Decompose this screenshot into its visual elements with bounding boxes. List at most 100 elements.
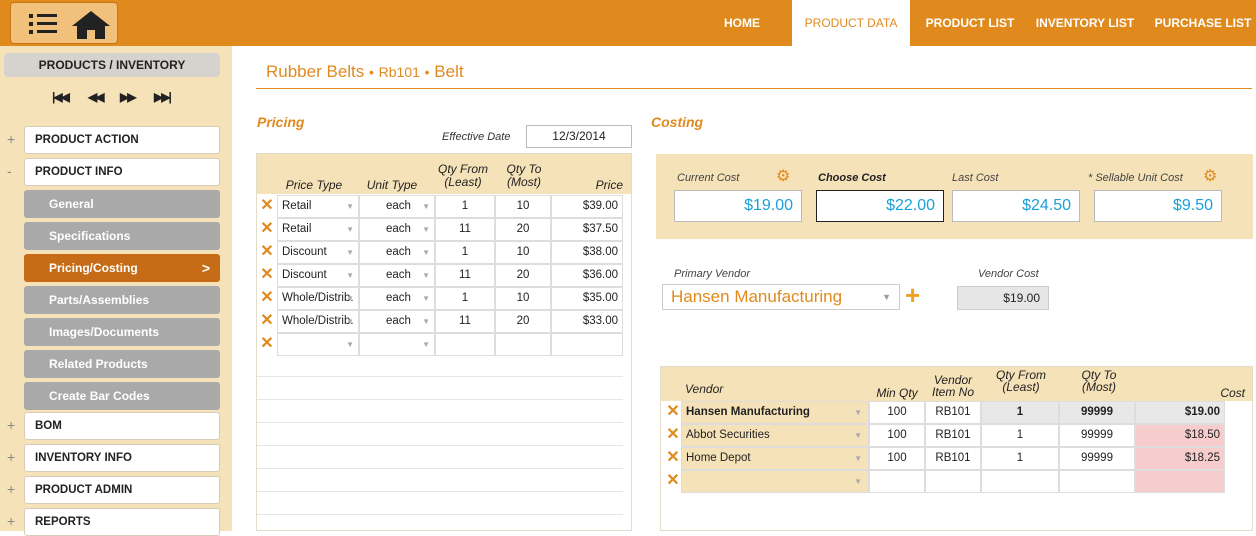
delete-row-icon[interactable]: ✕ — [259, 313, 275, 329]
pricing-unit-select[interactable]: each ▼ — [359, 287, 435, 310]
pricing-from-field[interactable]: 1 — [435, 195, 495, 218]
vendor-min-qty-field[interactable] — [869, 470, 925, 493]
pricing-price_type-select[interactable]: Retail ▼ — [277, 195, 359, 218]
collapse-icon[interactable]: - — [7, 164, 17, 178]
sidebar-group-bom[interactable]: + BOM — [0, 412, 232, 440]
gear-icon[interactable]: ⚙ — [1203, 166, 1217, 186]
vendor-min-qty-field[interactable]: 100 — [869, 401, 925, 424]
pricing-to-field[interactable]: 20 — [495, 310, 551, 333]
hamburger-icon[interactable] — [29, 12, 57, 36]
pricing-unit-select[interactable]: each ▼ — [359, 241, 435, 264]
vendor-cost-field[interactable]: $18.25 — [1135, 447, 1225, 470]
pricing-from-field[interactable]: 1 — [435, 241, 495, 264]
dropdown-arrow-icon[interactable]: ▼ — [422, 311, 430, 332]
dropdown-arrow-icon[interactable]: ▼ — [422, 242, 430, 263]
dropdown-arrow-icon[interactable]: ▼ — [346, 311, 354, 332]
pricing-from-field[interactable] — [435, 333, 495, 356]
vendor-name-select[interactable]: ▼ — [681, 470, 869, 493]
sidebar-group-inventory-info[interactable]: + INVENTORY INFO — [0, 444, 232, 472]
pricing-price_type-select[interactable]: Whole/Distrib. ▼ — [277, 310, 359, 333]
add-vendor-button[interactable]: + — [905, 282, 920, 308]
vendor-name-select[interactable]: Hansen Manufacturing ▼ — [681, 401, 869, 424]
effective-date-field[interactable]: 12/3/2014 — [526, 125, 632, 148]
dropdown-arrow-icon[interactable]: ▼ — [346, 288, 354, 309]
last-record-icon[interactable]: ▶▶| — [154, 90, 172, 104]
pricing-price_type-select[interactable]: Whole/Distrib. ▼ — [277, 287, 359, 310]
pricing-price-field[interactable]: $38.00 — [551, 241, 623, 264]
sidebar-group-product-action[interactable]: + PRODUCT ACTION — [0, 126, 232, 154]
dropdown-arrow-icon[interactable]: ▼ — [422, 288, 430, 309]
dropdown-arrow-icon[interactable]: ▼ — [346, 334, 354, 355]
pricing-to-field[interactable]: 10 — [495, 241, 551, 264]
dropdown-arrow-icon[interactable]: ▼ — [854, 425, 862, 446]
sellable-unit-cost-field[interactable]: $9.50 — [1094, 190, 1222, 222]
gear-icon[interactable]: ⚙ — [776, 166, 790, 186]
vendor-to-field[interactable]: 99999 — [1059, 401, 1135, 424]
pricing-unit-select[interactable]: each ▼ — [359, 218, 435, 241]
sidebar-item-create-bar-codes[interactable]: Create Bar Codes — [24, 382, 220, 410]
vendor-item-no-field[interactable]: RB101 — [925, 447, 981, 470]
vendor-name-select[interactable]: Abbot Securities ▼ — [681, 424, 869, 447]
sidebar-item-label[interactable]: PRODUCT ACTION — [24, 126, 220, 154]
dropdown-arrow-icon[interactable]: ▼ — [422, 196, 430, 217]
sidebar-item-label[interactable]: BOM — [24, 412, 220, 440]
next-record-icon[interactable]: ▶▶ — [120, 90, 137, 104]
vendor-item-no-field[interactable]: RB101 — [925, 424, 981, 447]
nav-inventory-list[interactable]: INVENTORY LIST — [1030, 0, 1140, 46]
first-record-icon[interactable]: |◀◀ — [52, 90, 70, 104]
pricing-price_type-select[interactable]: ▼ — [277, 333, 359, 356]
delete-row-icon[interactable]: ✕ — [665, 427, 681, 443]
dropdown-arrow-icon[interactable]: ▼ — [346, 265, 354, 286]
delete-row-icon[interactable]: ✕ — [259, 290, 275, 306]
pricing-from-field[interactable]: 11 — [435, 218, 495, 241]
vendor-item-no-field[interactable]: RB101 — [925, 401, 981, 424]
pricing-unit-select[interactable]: each ▼ — [359, 195, 435, 218]
dropdown-arrow-icon[interactable]: ▼ — [346, 196, 354, 217]
expand-icon[interactable]: + — [7, 514, 17, 528]
delete-row-icon[interactable]: ✕ — [259, 267, 275, 283]
pricing-unit-select[interactable]: each ▼ — [359, 310, 435, 333]
pricing-from-field[interactable]: 1 — [435, 287, 495, 310]
vendor-cost-field[interactable] — [1135, 470, 1225, 493]
vendor-from-field[interactable]: 1 — [981, 401, 1059, 424]
pricing-unit-select[interactable]: ▼ — [359, 333, 435, 356]
nav-product-list[interactable]: PRODUCT LIST — [920, 0, 1020, 46]
pricing-unit-select[interactable]: each ▼ — [359, 264, 435, 287]
pricing-price-field[interactable]: $33.00 — [551, 310, 623, 333]
expand-icon[interactable]: + — [7, 482, 17, 496]
pricing-price-field[interactable]: $35.00 — [551, 287, 623, 310]
pricing-price-field[interactable]: $36.00 — [551, 264, 623, 287]
delete-row-icon[interactable]: ✕ — [665, 450, 681, 466]
sidebar-item-specifications[interactable]: Specifications — [24, 222, 220, 250]
dropdown-arrow-icon[interactable]: ▼ — [346, 242, 354, 263]
sidebar-item-related-products[interactable]: Related Products — [24, 350, 220, 378]
last-cost-field[interactable]: $24.50 — [952, 190, 1080, 222]
vendor-from-field[interactable]: 1 — [981, 424, 1059, 447]
expand-icon[interactable]: + — [7, 132, 17, 146]
sidebar-item-label[interactable]: PRODUCT INFO — [24, 158, 220, 186]
dropdown-arrow-icon[interactable]: ▼ — [882, 285, 891, 309]
dropdown-arrow-icon[interactable]: ▼ — [854, 471, 862, 492]
vendor-cost-field[interactable]: $19.00 — [1135, 401, 1225, 424]
vendor-item-no-field[interactable] — [925, 470, 981, 493]
pricing-to-field[interactable]: 10 — [495, 195, 551, 218]
nav-product-data[interactable]: PRODUCT DATA — [792, 0, 910, 46]
pricing-price_type-select[interactable]: Discount ▼ — [277, 264, 359, 287]
vendor-min-qty-field[interactable]: 100 — [869, 424, 925, 447]
sidebar-group-reports[interactable]: + REPORTS — [0, 508, 232, 536]
sidebar-group-product-admin[interactable]: + PRODUCT ADMIN — [0, 476, 232, 504]
vendor-min-qty-field[interactable]: 100 — [869, 447, 925, 470]
delete-row-icon[interactable]: ✕ — [259, 336, 275, 352]
pricing-price_type-select[interactable]: Retail ▼ — [277, 218, 359, 241]
dropdown-arrow-icon[interactable]: ▼ — [854, 448, 862, 469]
vendor-to-field[interactable] — [1059, 470, 1135, 493]
pricing-price_type-select[interactable]: Discount ▼ — [277, 241, 359, 264]
dropdown-arrow-icon[interactable]: ▼ — [346, 219, 354, 240]
menu-home-button[interactable] — [10, 2, 118, 44]
pricing-from-field[interactable]: 11 — [435, 310, 495, 333]
choose-cost-field[interactable]: $22.00 — [816, 190, 944, 222]
pricing-to-field[interactable] — [495, 333, 551, 356]
pricing-price-field[interactable] — [551, 333, 623, 356]
home-icon[interactable] — [71, 10, 111, 40]
vendor-from-field[interactable] — [981, 470, 1059, 493]
